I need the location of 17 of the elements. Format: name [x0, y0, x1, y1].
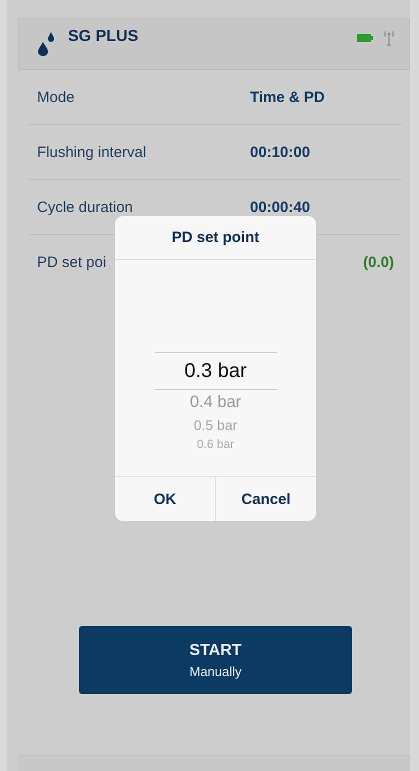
setting-label: Mode: [37, 88, 76, 106]
setting-value: 00:10:00: [250, 144, 310, 160]
app-title: SG PLUS: [68, 28, 140, 46]
setting-value: Time & PD: [250, 88, 325, 106]
setting-value: 00:00:40: [250, 198, 310, 216]
dialog-title: PD set point: [115, 216, 316, 260]
setting-label: PD set poi: [37, 254, 108, 270]
dialog-button[interactable]: Cancel: [215, 477, 316, 521]
setting-value: (0.0): [363, 254, 394, 270]
dialog-button[interactable]: OK: [115, 477, 215, 521]
antenna-icon: [383, 30, 395, 46]
battery-icon: [357, 34, 373, 42]
water-drops-icon: [38, 32, 56, 56]
start-button[interactable]: START Manually: [79, 626, 352, 694]
setting-label: Cycle duration: [37, 198, 134, 216]
picker-option[interactable]: 0.3 bar: [154, 352, 276, 390]
setting-label: Flushing interval: [37, 144, 148, 160]
